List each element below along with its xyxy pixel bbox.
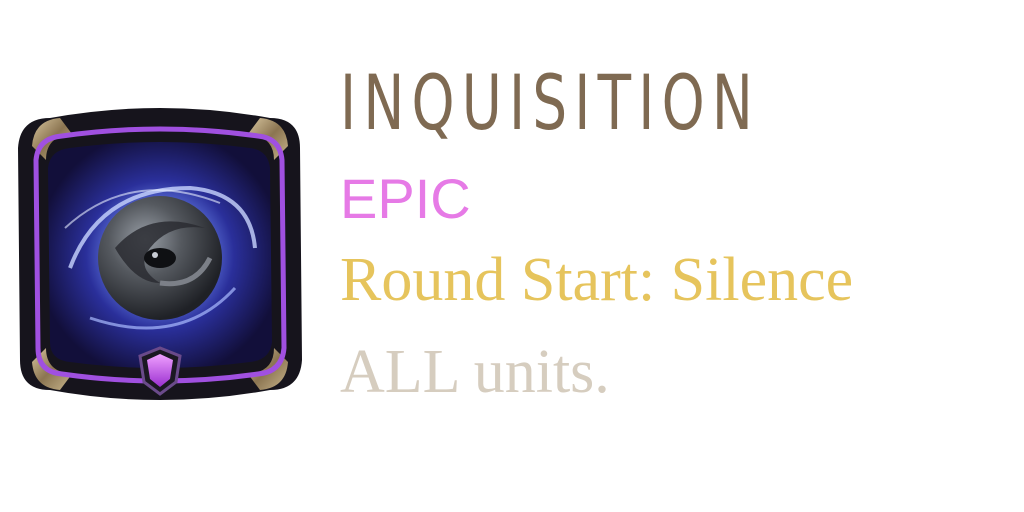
rarity-label: EPIC [340, 167, 471, 230]
eye-orb-icon [18, 108, 302, 400]
augment-info: INQUISITION EPIC Round Start: Silence AL… [340, 58, 1010, 418]
description-line-2: ALL units. [340, 338, 610, 406]
augment-card: INQUISITION EPIC Round Start: Silence AL… [0, 0, 1024, 512]
augment-badge [10, 98, 310, 410]
description-line-1: Round Start: Silence [340, 246, 854, 314]
augment-description: Round Start: Silence ALL units. [340, 234, 1010, 418]
augment-title: INQUISITION [340, 58, 760, 147]
